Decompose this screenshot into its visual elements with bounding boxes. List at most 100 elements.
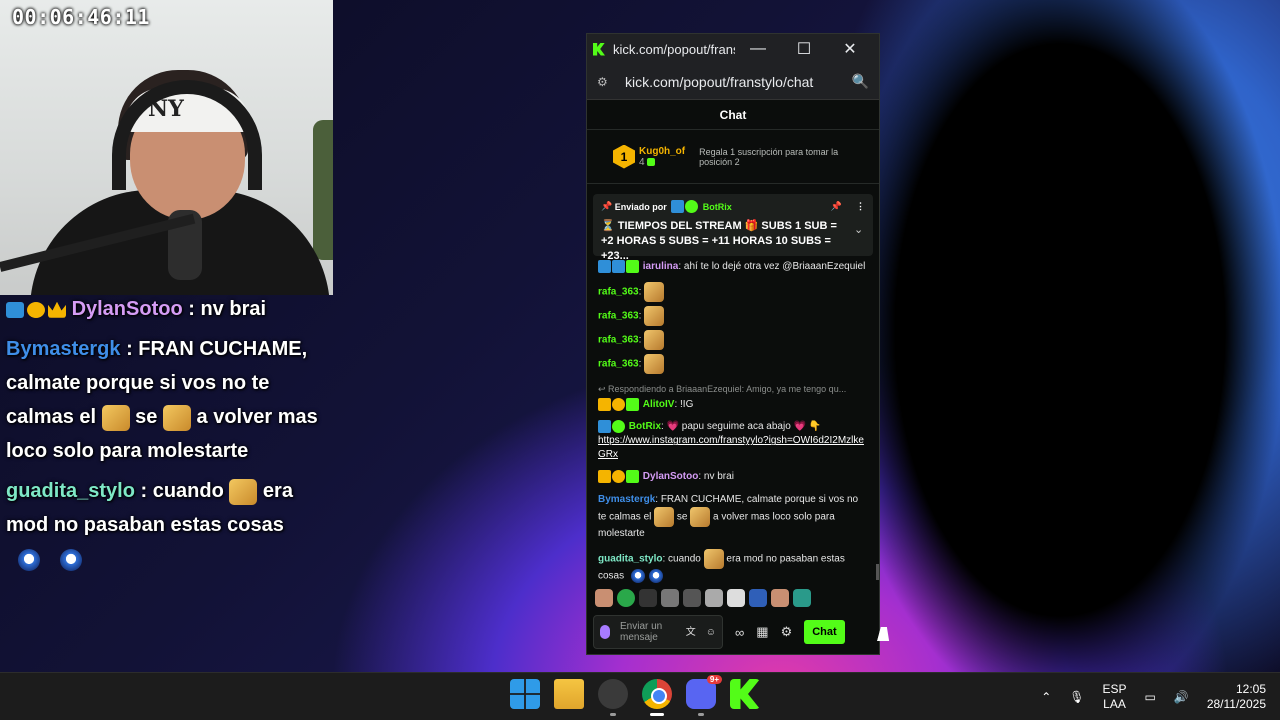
taskbar: 9+ ⌃ 🎙 ESP LAA ▭ 🔊 12:05 28/11/2025 [0, 672, 1280, 720]
chat-input[interactable]: Enviar un mensaje 文 ☺ [593, 615, 723, 649]
windows-start-icon[interactable] [510, 679, 540, 709]
plant-decor [313, 120, 333, 260]
volume-icon[interactable]: 🔊 [1174, 690, 1189, 704]
chat-username[interactable]: rafa_363 [598, 359, 639, 370]
chat-message: ↩ Respondiendo a BriaaanEzequiel: Amigo,… [598, 382, 868, 412]
chat-username[interactable]: BotRix [629, 421, 661, 432]
emote-icon[interactable] [595, 589, 613, 607]
window-titlebar[interactable]: kick.com/popout/frans... — ☐ ✕ [587, 34, 879, 64]
gift-icon [647, 157, 656, 166]
emote-icon [644, 354, 665, 375]
reply-context[interactable]: ↩ Respondiendo a BriaaanEzequiel: Amigo,… [598, 382, 868, 396]
emote-icon[interactable] [749, 589, 767, 607]
sub-badge-icon [6, 301, 24, 318]
chat-message: iarulina: ahí te lo dejé otra vez @Briaa… [598, 260, 868, 274]
chevron-down-icon[interactable]: ⌄ [854, 223, 863, 264]
emote-icon[interactable] [727, 589, 745, 607]
scrollbar[interactable] [876, 564, 879, 580]
stream-timer: 00:06:46:11 [12, 5, 150, 29]
file-explorer-icon[interactable] [554, 679, 584, 709]
pinned-message[interactable]: 📌 Enviado por BotRix 📌 ⋮ ⏳ TIEMPOS DEL S… [593, 194, 873, 262]
emote-icon[interactable] [771, 589, 789, 607]
minimize-button[interactable]: — [735, 40, 781, 58]
clock-time: 12:05 [1235, 682, 1266, 696]
pinned-sender[interactable]: BotRix [703, 202, 732, 212]
eye-emote-icon [648, 568, 663, 583]
emote-icon [690, 506, 711, 527]
language-indicator[interactable]: ESP LAA [1103, 682, 1127, 712]
chat-username[interactable]: iarulina [643, 261, 679, 272]
clock[interactable]: 12:05 28/11/2025 [1207, 682, 1266, 712]
language-code: ESP [1102, 682, 1127, 696]
more-options-icon[interactable]: ⋮ [856, 201, 865, 212]
pinned-header: 📌 Enviado por BotRix 📌 ⋮ [601, 200, 865, 213]
chat-username[interactable]: AlitoIV [643, 399, 675, 410]
leader-count: 4 [639, 157, 685, 168]
gift-prompt[interactable]: Regala 1 suscripción para tomar la posic… [699, 147, 849, 167]
rank-badge-icon [612, 398, 625, 412]
chat-text: : [638, 334, 642, 346]
chat-message: BotRix: 💗 papu seguime aca abajo 💗 👇 htt… [598, 420, 868, 462]
overlay-username: DylanSotoo [71, 298, 183, 320]
overlay-message: Bymastergk : FRAN CUCHAME, calmate porqu… [0, 332, 340, 468]
emote-icon[interactable] [705, 589, 723, 607]
search-icon[interactable]: 🔍 [852, 73, 869, 90]
unpin-icon[interactable]: 📌 [831, 201, 842, 212]
instagram-link[interactable]: https://www.instagram.com/franstyylo?igs… [598, 435, 864, 460]
chat-text: se [674, 511, 691, 523]
kick-icon[interactable] [730, 679, 760, 709]
leader-username[interactable]: Kug0h_of [639, 146, 685, 157]
chat-username[interactable]: rafa_363 [598, 335, 639, 346]
chevron-up-icon[interactable]: ⌃ [1041, 690, 1051, 704]
clock-date: 28/11/2025 [1206, 697, 1266, 711]
microphone-icon[interactable] [600, 625, 610, 639]
overlay-message: guadita_stylo : cuando era mod no pasaba… [0, 474, 340, 576]
gift-leaderboard[interactable]: 1 Kug0h_of 4 Regala 1 suscripción para t… [587, 130, 879, 184]
chat-username[interactable]: rafa_363 [598, 311, 639, 322]
chat-username[interactable]: rafa_363 [598, 287, 639, 298]
emote-icon[interactable] [793, 589, 811, 607]
site-settings-icon[interactable]: ⚙ [597, 75, 613, 89]
gear-icon[interactable]: ⚙ [781, 624, 793, 640]
infinity-icon[interactable]: ∞ [735, 625, 744, 640]
address-bar[interactable]: ⚙ kick.com/popout/franstylo/chat 🔍 [587, 64, 879, 100]
translate-icon[interactable]: 文 [686, 627, 696, 638]
microphone-icon[interactable]: 🎙 [1069, 690, 1084, 704]
eye-emote-icon [630, 568, 645, 583]
chat-username[interactable]: guadita_stylo [598, 553, 662, 564]
chat-username[interactable]: DylanSotoo [643, 472, 699, 483]
discord-icon[interactable]: 9+ [686, 675, 722, 716]
send-chat-button[interactable]: Chat [804, 620, 845, 644]
emote-icon[interactable] [617, 589, 635, 607]
eye-emote-icon [60, 548, 82, 571]
network-icon[interactable]: ▭ [1145, 690, 1156, 704]
chat-message: guadita_stylo: cuando era mod no pasaban… [598, 548, 868, 584]
emote-icon[interactable] [661, 589, 679, 607]
chrome-icon[interactable] [642, 679, 672, 716]
mouse-cursor [877, 627, 893, 641]
desktop-wallpaper: NY 00:06:46:11 DylanSotoo : nv brai Byma… [0, 0, 1280, 672]
emoji-icon[interactable]: ☺ [706, 627, 716, 638]
chat-message: rafa_363: [598, 354, 868, 375]
close-button[interactable]: ✕ [827, 39, 873, 59]
webcam-feed: NY [0, 0, 333, 295]
quick-emote-bar[interactable] [595, 587, 871, 609]
obs-icon[interactable] [598, 679, 628, 716]
chat-message: rafa_363: [598, 306, 868, 327]
emote-icon[interactable] [639, 589, 657, 607]
maximize-button[interactable]: ☐ [781, 39, 827, 59]
emote-icon [644, 330, 665, 351]
emote-icon [654, 506, 675, 527]
emote-icon[interactable] [683, 589, 701, 607]
emote-icon [703, 548, 724, 569]
overlay-username: guadita_stylo [6, 480, 135, 502]
chat-username[interactable]: Bymastergk [598, 494, 655, 505]
running-indicator [610, 713, 616, 716]
store-icon[interactable]: ▦ [756, 624, 768, 640]
discord-notification-badge: 9+ [706, 675, 722, 684]
overlay-chat: DylanSotoo : nv brai Bymastergk : FRAN C… [0, 292, 340, 582]
crown-icon [598, 398, 611, 412]
url-text[interactable]: kick.com/popout/franstylo/chat [625, 74, 852, 90]
chat-popout-window: kick.com/popout/frans... — ☐ ✕ ⚙ kick.co… [586, 33, 880, 655]
chat-text: : [638, 310, 642, 322]
